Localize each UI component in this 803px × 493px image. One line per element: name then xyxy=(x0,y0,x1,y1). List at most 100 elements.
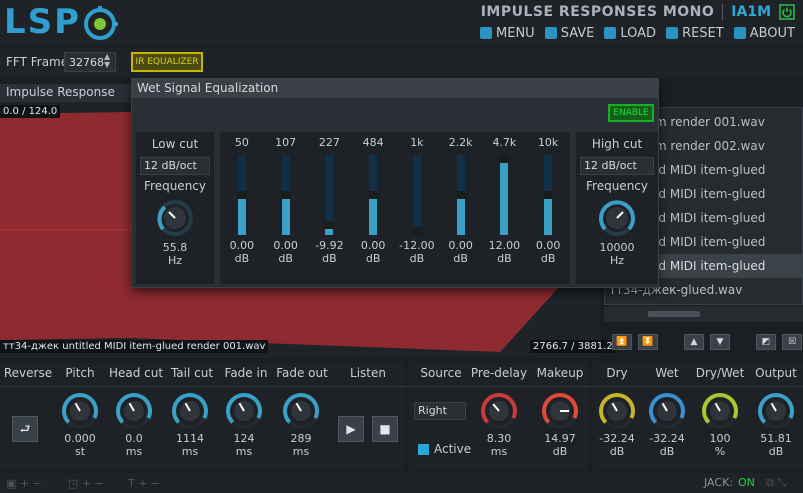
listen-stop-button[interactable]: ■ xyxy=(372,416,398,442)
active-checkbox[interactable] xyxy=(418,444,429,455)
ir-equalizer-button[interactable]: IR EQUALIZER xyxy=(131,52,203,72)
dry-knob[interactable] xyxy=(598,392,636,430)
eq-band-unit: dB xyxy=(453,252,468,265)
fade-in-unit: ms xyxy=(235,445,253,458)
high-cut-slope-select[interactable]: 12 dB/oct xyxy=(580,157,654,175)
low-cut-slope-select[interactable]: 12 dB/oct xyxy=(140,157,210,175)
title-divider xyxy=(722,4,724,20)
file-list-nav: ⏫ ⏬ ▲ ▼ ◩ ☒ xyxy=(612,334,802,350)
eq-band-handle[interactable] xyxy=(499,155,510,163)
save-button[interactable]: SAVE xyxy=(544,26,594,41)
wet-control: -32.24 dB xyxy=(637,392,697,458)
main-menu: MENU SAVE LOAD RESET ABOUT xyxy=(480,24,795,42)
last-file-button[interactable]: ⏬ xyxy=(638,334,658,350)
wet-knob[interactable] xyxy=(648,392,686,430)
head-cut-knob[interactable] xyxy=(115,392,153,430)
next-file-button[interactable]: ▼ xyxy=(710,334,730,350)
source-select[interactable]: Right xyxy=(414,402,466,420)
eq-band-slider[interactable] xyxy=(499,155,510,235)
window-size-icon[interactable]: ◳ + − xyxy=(68,477,104,490)
high-cut-frequency-unit: Hz xyxy=(609,254,625,267)
eq-band: 4.7k 12.00 dB xyxy=(483,136,527,265)
eq-band-fill xyxy=(281,199,290,235)
open-folder-button[interactable]: ◩ xyxy=(756,334,776,350)
eq-band-handle[interactable] xyxy=(324,220,335,229)
eq-band-handle[interactable] xyxy=(280,191,291,199)
source-label: Pre-delay xyxy=(470,366,528,380)
fft-frame-label: FFT Frame xyxy=(6,55,69,69)
reset-button[interactable]: RESET xyxy=(666,26,724,41)
jack-status: ON xyxy=(738,476,755,489)
control-label: Fade in xyxy=(224,366,268,380)
high-cut-panel: High cut 12 dB/oct Frequency 10000 Hz xyxy=(576,132,658,284)
reset-label: RESET xyxy=(682,25,724,41)
high-cut-frequency-value: 10000 xyxy=(599,241,635,254)
dry-wet-knob[interactable] xyxy=(701,392,739,430)
eq-band-handle[interactable] xyxy=(236,191,247,199)
low-cut-frequency-knob[interactable] xyxy=(156,199,194,237)
file-list-scroll-thumb[interactable] xyxy=(648,311,700,317)
font-size-icon[interactable]: T + − xyxy=(128,477,160,490)
wet-value: -32.24 xyxy=(649,432,685,445)
eq-band-frequency: 10k xyxy=(537,136,559,149)
reverse-button[interactable]: ⮐ xyxy=(12,416,38,442)
menu-button[interactable]: MENU xyxy=(480,26,535,41)
first-file-button[interactable]: ⏫ xyxy=(612,334,632,350)
dry-wet-value: 100 xyxy=(709,432,731,445)
eq-band-handle[interactable] xyxy=(455,191,466,199)
output-knob[interactable] xyxy=(757,392,795,430)
output-value: 51.81 xyxy=(760,432,792,445)
low-cut-label: Low cut xyxy=(151,137,199,151)
high-cut-frequency-knob[interactable] xyxy=(598,199,636,237)
file-list-scrollbar[interactable] xyxy=(604,306,803,322)
eq-band-frequency: 1k xyxy=(410,136,424,149)
eq-band: 1k -12.00 dB xyxy=(395,136,439,265)
eq-band-slider[interactable] xyxy=(236,155,247,235)
fade-in-knob[interactable] xyxy=(225,392,263,430)
eq-band-frequency: 50 xyxy=(234,136,249,149)
eq-band-slider[interactable] xyxy=(543,155,554,235)
eq-band-frequency: 107 xyxy=(275,136,297,149)
eq-band-frequency: 4.7k xyxy=(492,136,517,149)
pitch-unit: st xyxy=(74,445,86,458)
prev-file-button[interactable]: ▲ xyxy=(684,334,704,350)
eq-band-unit: dB xyxy=(278,252,293,265)
eq-band-gain: -12.00 xyxy=(399,239,435,252)
fft-spin-arrows-icon[interactable]: ▲ ▼ xyxy=(104,53,110,69)
eq-band-handle[interactable] xyxy=(411,227,422,235)
eq-band-slider[interactable] xyxy=(368,155,379,235)
makeup-unit: dB xyxy=(552,445,568,458)
low-cut-frequency-label: Frequency xyxy=(144,179,206,193)
save-icon xyxy=(544,27,557,39)
eq-band-slider[interactable] xyxy=(324,155,335,235)
eq-band-handle[interactable] xyxy=(368,191,379,199)
fade-out-knob[interactable] xyxy=(282,392,320,430)
eq-band-fill xyxy=(237,199,246,235)
about-button[interactable]: ABOUT xyxy=(733,26,795,41)
control-label: Pitch xyxy=(65,366,95,380)
eq-bands: 50 0.00 dB 107 0.00 dB 227 -9.92 dB 484 0.00 dB 1k -1… xyxy=(220,132,570,265)
load-button[interactable]: LOAD xyxy=(604,26,656,41)
plugin-id: IA1M xyxy=(731,4,771,20)
pitch-knob[interactable] xyxy=(61,392,99,430)
eq-band-slider[interactable] xyxy=(455,155,466,235)
eq-band-slider[interactable] xyxy=(411,155,422,235)
controls-divider xyxy=(0,386,803,387)
listen-play-button[interactable]: ▶ xyxy=(338,416,364,442)
close-file-button[interactable]: ☒ xyxy=(782,334,802,350)
pre-delay-knob[interactable] xyxy=(480,392,518,430)
power-icon[interactable] xyxy=(779,4,795,20)
eq-band: 484 0.00 dB xyxy=(351,136,395,265)
eq-band-slider[interactable] xyxy=(280,155,291,235)
fade-out-control: 289 ms xyxy=(271,392,331,458)
ir-length-readout: 2766.7 / 3881.2 xyxy=(530,340,616,353)
graph-zoom-icon[interactable]: ▣ + − xyxy=(6,477,42,490)
eq-band-handle[interactable] xyxy=(543,191,554,199)
tail-cut-knob[interactable] xyxy=(171,392,209,430)
control-label: Tail cut xyxy=(170,366,214,380)
eq-band-gain: 0.00 xyxy=(229,239,255,252)
mix-label: Dry/Wet xyxy=(695,366,745,380)
eq-enable-button[interactable]: ENABLE xyxy=(608,104,654,122)
window-resize-icon[interactable]: ⧉ ⤡ xyxy=(766,476,786,490)
makeup-knob[interactable] xyxy=(541,392,579,430)
